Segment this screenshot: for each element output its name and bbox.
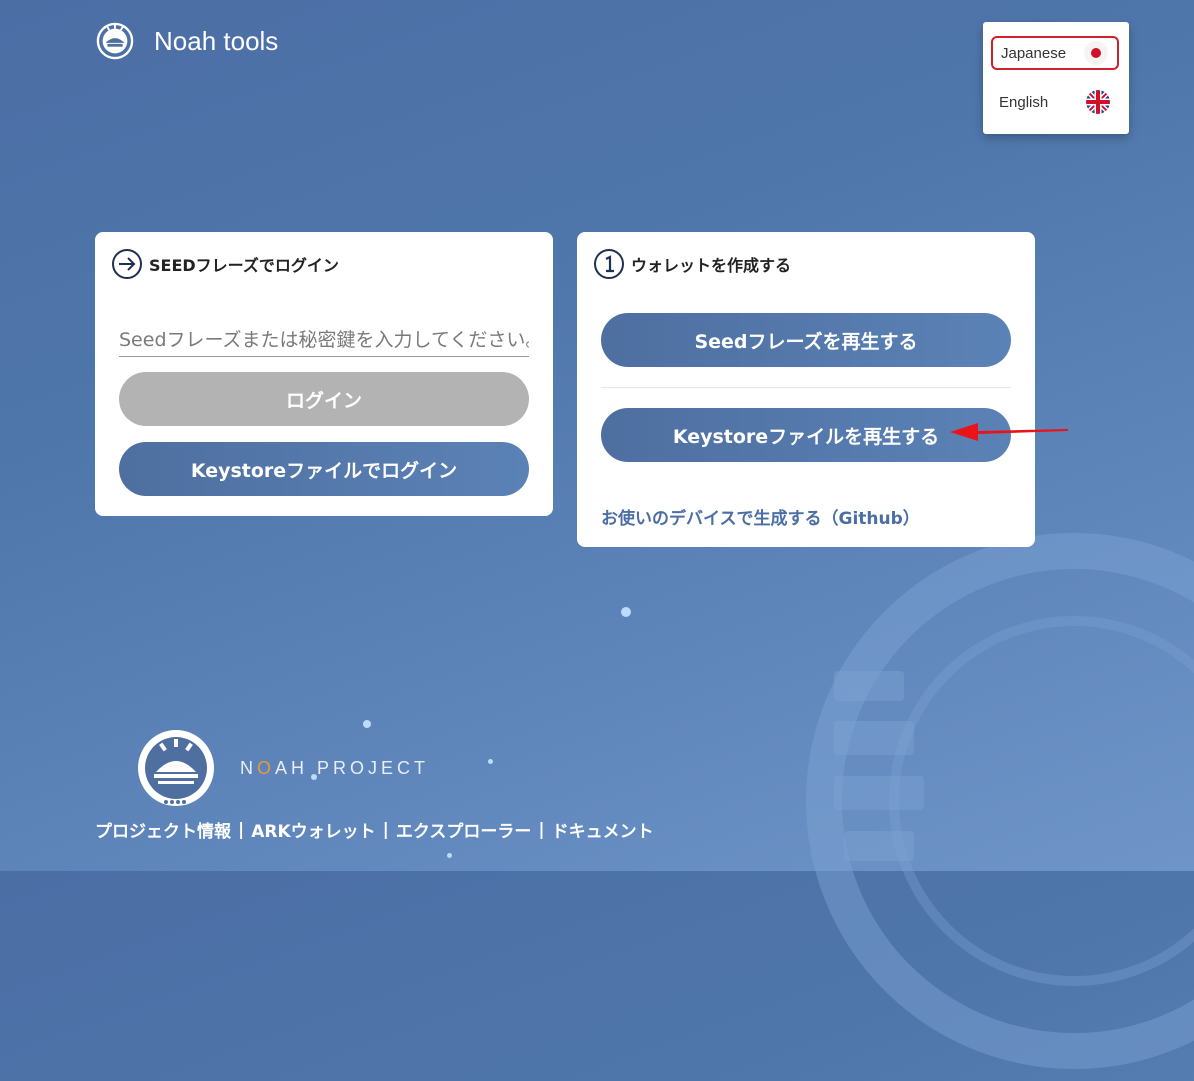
- decor-dot: [488, 759, 493, 764]
- link-separator: |: [382, 819, 389, 840]
- japan-flag-icon: [1084, 41, 1108, 65]
- login-button[interactable]: ログイン: [119, 372, 529, 426]
- language-option-english[interactable]: English: [991, 85, 1119, 119]
- regenerate-seed-button[interactable]: Seedフレーズを再生する: [601, 313, 1011, 367]
- card-header: SEEDフレーズでログイン: [111, 248, 339, 280]
- card-title: SEEDフレーズでログイン: [149, 256, 339, 275]
- card-title: ウォレットを作成する: [631, 256, 792, 275]
- footer-link-project-info[interactable]: プロジェクト情報: [95, 817, 231, 842]
- footer-link-ark-wallet[interactable]: ARKウォレット: [251, 817, 375, 842]
- login-arrow-icon: [112, 249, 142, 279]
- seed-login-card: SEEDフレーズでログイン ログイン Keystoreファイルでログイン: [95, 232, 553, 516]
- footer-link-explorer[interactable]: エクスプローラー: [396, 817, 532, 842]
- language-menu: Japanese English: [983, 22, 1129, 134]
- link-separator: |: [538, 819, 545, 840]
- create-wallet-card: ウォレットを作成する Seedフレーズを再生する Keystoreファイルを再生…: [577, 232, 1035, 547]
- language-label: English: [999, 93, 1049, 111]
- language-label: Japanese: [1001, 44, 1067, 62]
- seed-phrase-input[interactable]: [119, 324, 529, 357]
- github-generate-link[interactable]: お使いのデバイスで生成する（Github）: [601, 504, 920, 529]
- noah-project-logo-icon: [138, 730, 214, 806]
- link-separator: |: [238, 819, 245, 840]
- language-option-japanese[interactable]: Japanese: [991, 36, 1119, 70]
- project-name: NOAH PROJECT: [240, 758, 430, 778]
- footer-link-documents[interactable]: ドキュメント: [552, 817, 654, 842]
- divider: [601, 387, 1011, 388]
- brand[interactable]: Noah tools: [96, 22, 278, 60]
- noah-logo-icon: [96, 22, 134, 60]
- background-emblem: [806, 533, 1194, 1069]
- card-header: ウォレットを作成する: [593, 248, 791, 280]
- uk-flag-icon: [1086, 90, 1110, 114]
- keystore-login-button[interactable]: Keystoreファイルでログイン: [119, 442, 529, 496]
- app-title: Noah tools: [154, 25, 279, 56]
- decor-dot: [363, 720, 371, 728]
- annotation-arrow-icon: [950, 423, 1068, 441]
- decor-dot: [621, 607, 631, 617]
- step-one-icon: [594, 249, 624, 279]
- decor-dot: [447, 853, 452, 858]
- footer-links: プロジェクト情報 | ARKウォレット | エクスプローラー | ドキュメント: [95, 817, 654, 843]
